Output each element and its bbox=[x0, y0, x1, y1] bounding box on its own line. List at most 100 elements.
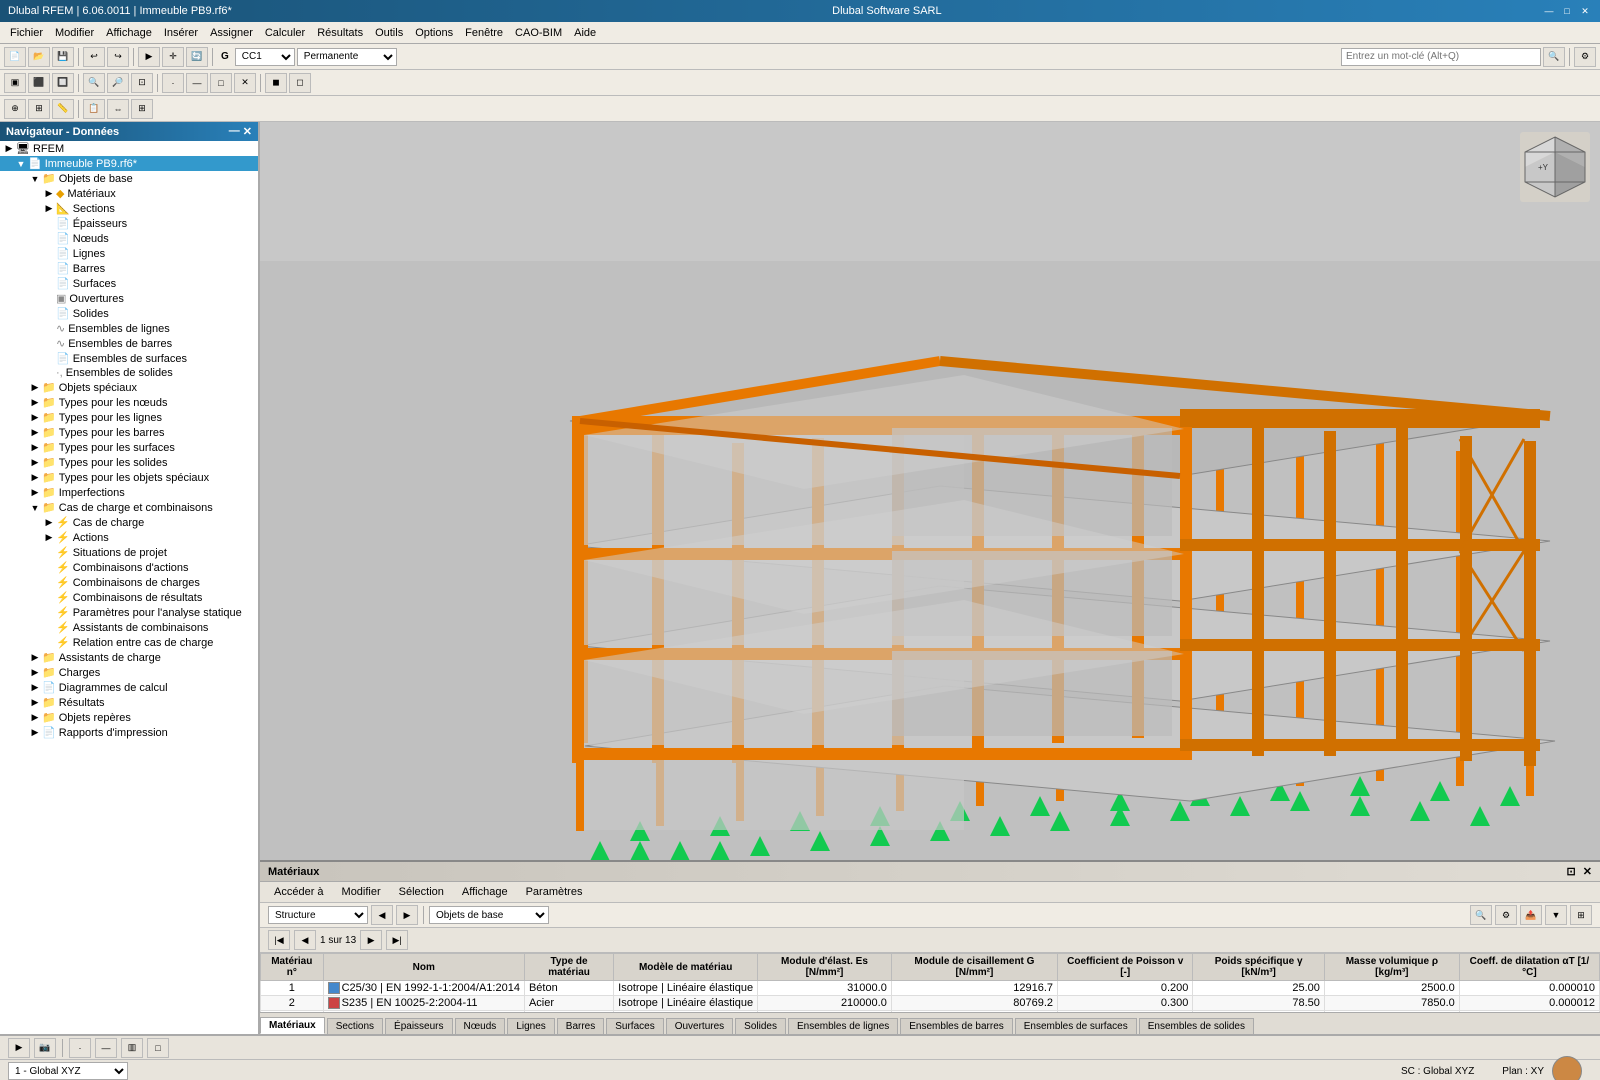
panel-menu-modifier[interactable]: Modifier bbox=[336, 885, 387, 899]
bottom-tab-ouvertures[interactable]: Ouvertures bbox=[666, 1018, 733, 1034]
tree-objets-reperes[interactable]: ▶ 📁 Objets repères bbox=[0, 710, 258, 725]
line-btn[interactable]: — bbox=[186, 73, 208, 93]
bottom-tab-épaisseurs[interactable]: Épaisseurs bbox=[385, 1018, 452, 1034]
maximize-btn[interactable]: □ bbox=[1560, 4, 1574, 18]
mirror-btn[interactable]: ⇔ bbox=[107, 99, 129, 119]
tree-cas-charge[interactable]: ▼ 📁 Cas de charge et combinaisons bbox=[0, 500, 258, 515]
prev-page[interactable]: ◀ bbox=[294, 930, 316, 950]
tree-types-lignes[interactable]: ▶ 📁 Types pour les lignes bbox=[0, 410, 258, 425]
menu-calculer[interactable]: Calculer bbox=[259, 25, 311, 41]
tree-ens-surfaces[interactable]: 📄 Ensembles de surfaces bbox=[0, 351, 258, 366]
tree-charges[interactable]: ▶ 📁 Charges bbox=[0, 665, 258, 680]
tree-solides[interactable]: 📄 Solides bbox=[0, 306, 258, 321]
menu-assigner[interactable]: Assigner bbox=[204, 25, 259, 41]
view-select[interactable]: 1 - Global XYZ bbox=[8, 1062, 128, 1080]
bottom-tab-solides[interactable]: Solides bbox=[735, 1018, 786, 1034]
tree-types-solides[interactable]: ▶ 📁 Types pour les solides bbox=[0, 455, 258, 470]
tree-types-noeuds[interactable]: ▶ 📁 Types pour les nœuds bbox=[0, 395, 258, 410]
view-top[interactable]: ⬛ bbox=[28, 73, 50, 93]
tree-epaisseurs[interactable]: 📄 Épaisseurs bbox=[0, 216, 258, 231]
zoom-fit[interactable]: ⊡ bbox=[131, 73, 153, 93]
status-camera[interactable]: 📷 bbox=[34, 1038, 56, 1058]
last-page[interactable]: ▶| bbox=[386, 930, 408, 950]
panel-close[interactable]: ✕ bbox=[1583, 866, 1592, 878]
menu-caobim[interactable]: CAO-BIM bbox=[509, 25, 568, 41]
tree-surfaces[interactable]: 📄 Surfaces bbox=[0, 276, 258, 291]
next-page[interactable]: ▶ bbox=[360, 930, 382, 950]
bottom-tab-matériaux[interactable]: Matériaux bbox=[260, 1017, 325, 1034]
table-settings-btn[interactable]: ⚙ bbox=[1495, 905, 1517, 925]
tree-params-statique[interactable]: ⚡ Paramètres pour l'analyse statique bbox=[0, 605, 258, 620]
search-input[interactable] bbox=[1341, 48, 1541, 66]
tree-diagrammes[interactable]: ▶ 📄 Diagrammes de calcul bbox=[0, 680, 258, 695]
table-row[interactable]: 1 C25/30 | EN 1992-1-1:2004/A1:2014 Béto… bbox=[261, 981, 1600, 996]
tree-ens-lignes[interactable]: ∿ Ensembles de lignes bbox=[0, 321, 258, 336]
bottom-tab-ensembles-de-surfaces[interactable]: Ensembles de surfaces bbox=[1015, 1018, 1137, 1034]
menu-inserer[interactable]: Insérer bbox=[158, 25, 204, 41]
close-btn[interactable]: ✕ bbox=[1578, 4, 1592, 18]
tree-objets-base[interactable]: ▼ 📁 Objets de base bbox=[0, 171, 258, 186]
tree-ens-solides[interactable]: ·, Ensembles de solides bbox=[0, 366, 258, 380]
bottom-tab-ensembles-de-barres[interactable]: Ensembles de barres bbox=[900, 1018, 1013, 1034]
surface-btn[interactable]: □ bbox=[210, 73, 232, 93]
panel-menu-selection[interactable]: Sélection bbox=[393, 885, 450, 899]
tree-ouvertures[interactable]: ▣ Ouvertures bbox=[0, 291, 258, 306]
bottom-tab-nœuds[interactable]: Nœuds bbox=[455, 1018, 506, 1034]
tree-types-barres[interactable]: ▶ 📁 Types pour les barres bbox=[0, 425, 258, 440]
bottom-tab-surfaces[interactable]: Surfaces bbox=[606, 1018, 663, 1034]
wire-btn[interactable]: ◻ bbox=[289, 73, 311, 93]
view-3d[interactable]: 🔲 bbox=[52, 73, 74, 93]
nav-close[interactable]: ✕ bbox=[243, 125, 252, 138]
next-btn[interactable]: ▶ bbox=[396, 905, 418, 925]
panel-menu-acceder[interactable]: Accéder à bbox=[268, 885, 330, 899]
redo-btn[interactable]: ↪ bbox=[107, 47, 129, 67]
grid-btn[interactable]: ⊞ bbox=[28, 99, 50, 119]
delete-btn[interactable]: ✕ bbox=[234, 73, 256, 93]
tree-comb-charges[interactable]: ⚡ Combinaisons de charges bbox=[0, 575, 258, 590]
select-btn[interactable]: ▶ bbox=[138, 47, 160, 67]
filter-btn[interactable]: ▼ bbox=[1545, 905, 1567, 925]
menu-aide[interactable]: Aide bbox=[568, 25, 602, 41]
tree-ens-barres[interactable]: ∿ Ensembles de barres bbox=[0, 336, 258, 351]
search-table-btn[interactable]: 🔍 bbox=[1470, 905, 1492, 925]
tree-rapports[interactable]: ▶ 📄 Rapports d'impression bbox=[0, 725, 258, 740]
tree-sections[interactable]: ▶ 📐 Sections bbox=[0, 201, 258, 216]
cc-select[interactable]: CC1 bbox=[235, 48, 295, 66]
tree-types-surfaces[interactable]: ▶ 📁 Types pour les surfaces bbox=[0, 440, 258, 455]
move-btn[interactable]: ✛ bbox=[162, 47, 184, 67]
view-front[interactable]: ▣ bbox=[4, 73, 26, 93]
col-settings-btn[interactable]: ⊞ bbox=[1570, 905, 1592, 925]
panel-menu-affichage[interactable]: Affichage bbox=[456, 885, 514, 899]
tree-barres[interactable]: 📄 Barres bbox=[0, 261, 258, 276]
copy-btn[interactable]: 📋 bbox=[83, 99, 105, 119]
search-btn[interactable]: 🔍 bbox=[1543, 47, 1565, 67]
tree-types-speciaux[interactable]: ▶ 📁 Types pour les objets spéciaux bbox=[0, 470, 258, 485]
tree-imperfections[interactable]: ▶ 📁 Imperfections bbox=[0, 485, 258, 500]
menu-fichier[interactable]: Fichier bbox=[4, 25, 49, 41]
tree-resultats[interactable]: ▶ 📁 Résultats bbox=[0, 695, 258, 710]
undo-btn[interactable]: ↩ bbox=[83, 47, 105, 67]
load-case-select[interactable]: Permanente bbox=[297, 48, 397, 66]
menu-options[interactable]: Options bbox=[409, 25, 459, 41]
menu-modifier[interactable]: Modifier bbox=[49, 25, 100, 41]
tree-comb-resultats[interactable]: ⚡ Combinaisons de résultats bbox=[0, 590, 258, 605]
tree-comb-actions[interactable]: ⚡ Combinaisons d'actions bbox=[0, 560, 258, 575]
save-btn[interactable]: 💾 bbox=[52, 47, 74, 67]
status-line[interactable]: — bbox=[95, 1038, 117, 1058]
table-row[interactable]: 2 S235 | EN 10025-2:2004-11 Acier Isotro… bbox=[261, 996, 1600, 1011]
tree-situations[interactable]: ⚡ Situations de projet bbox=[0, 545, 258, 560]
snap-btn[interactable]: ⊕ bbox=[4, 99, 26, 119]
panel-restore[interactable]: ⊡ bbox=[1567, 866, 1576, 878]
menu-affichage[interactable]: Affichage bbox=[100, 25, 158, 41]
zoom-out[interactable]: 🔎 bbox=[107, 73, 129, 93]
tree-objets-speciaux[interactable]: ▶ 📁 Objets spéciaux bbox=[0, 380, 258, 395]
export-btn[interactable]: 📤 bbox=[1520, 905, 1542, 925]
prev-btn[interactable]: ◀ bbox=[371, 905, 393, 925]
structure-select[interactable]: Structure bbox=[268, 906, 368, 924]
tree-file[interactable]: ▼ 📄 Immeuble PB9.rf6* bbox=[0, 156, 258, 171]
orientation-cube[interactable]: +Y bbox=[1520, 132, 1590, 202]
nav-minimize[interactable]: — bbox=[229, 125, 240, 138]
bottom-tab-ensembles-de-lignes[interactable]: Ensembles de lignes bbox=[788, 1018, 898, 1034]
measure-btn[interactable]: 📏 bbox=[52, 99, 74, 119]
menu-resultats[interactable]: Résultats bbox=[311, 25, 369, 41]
